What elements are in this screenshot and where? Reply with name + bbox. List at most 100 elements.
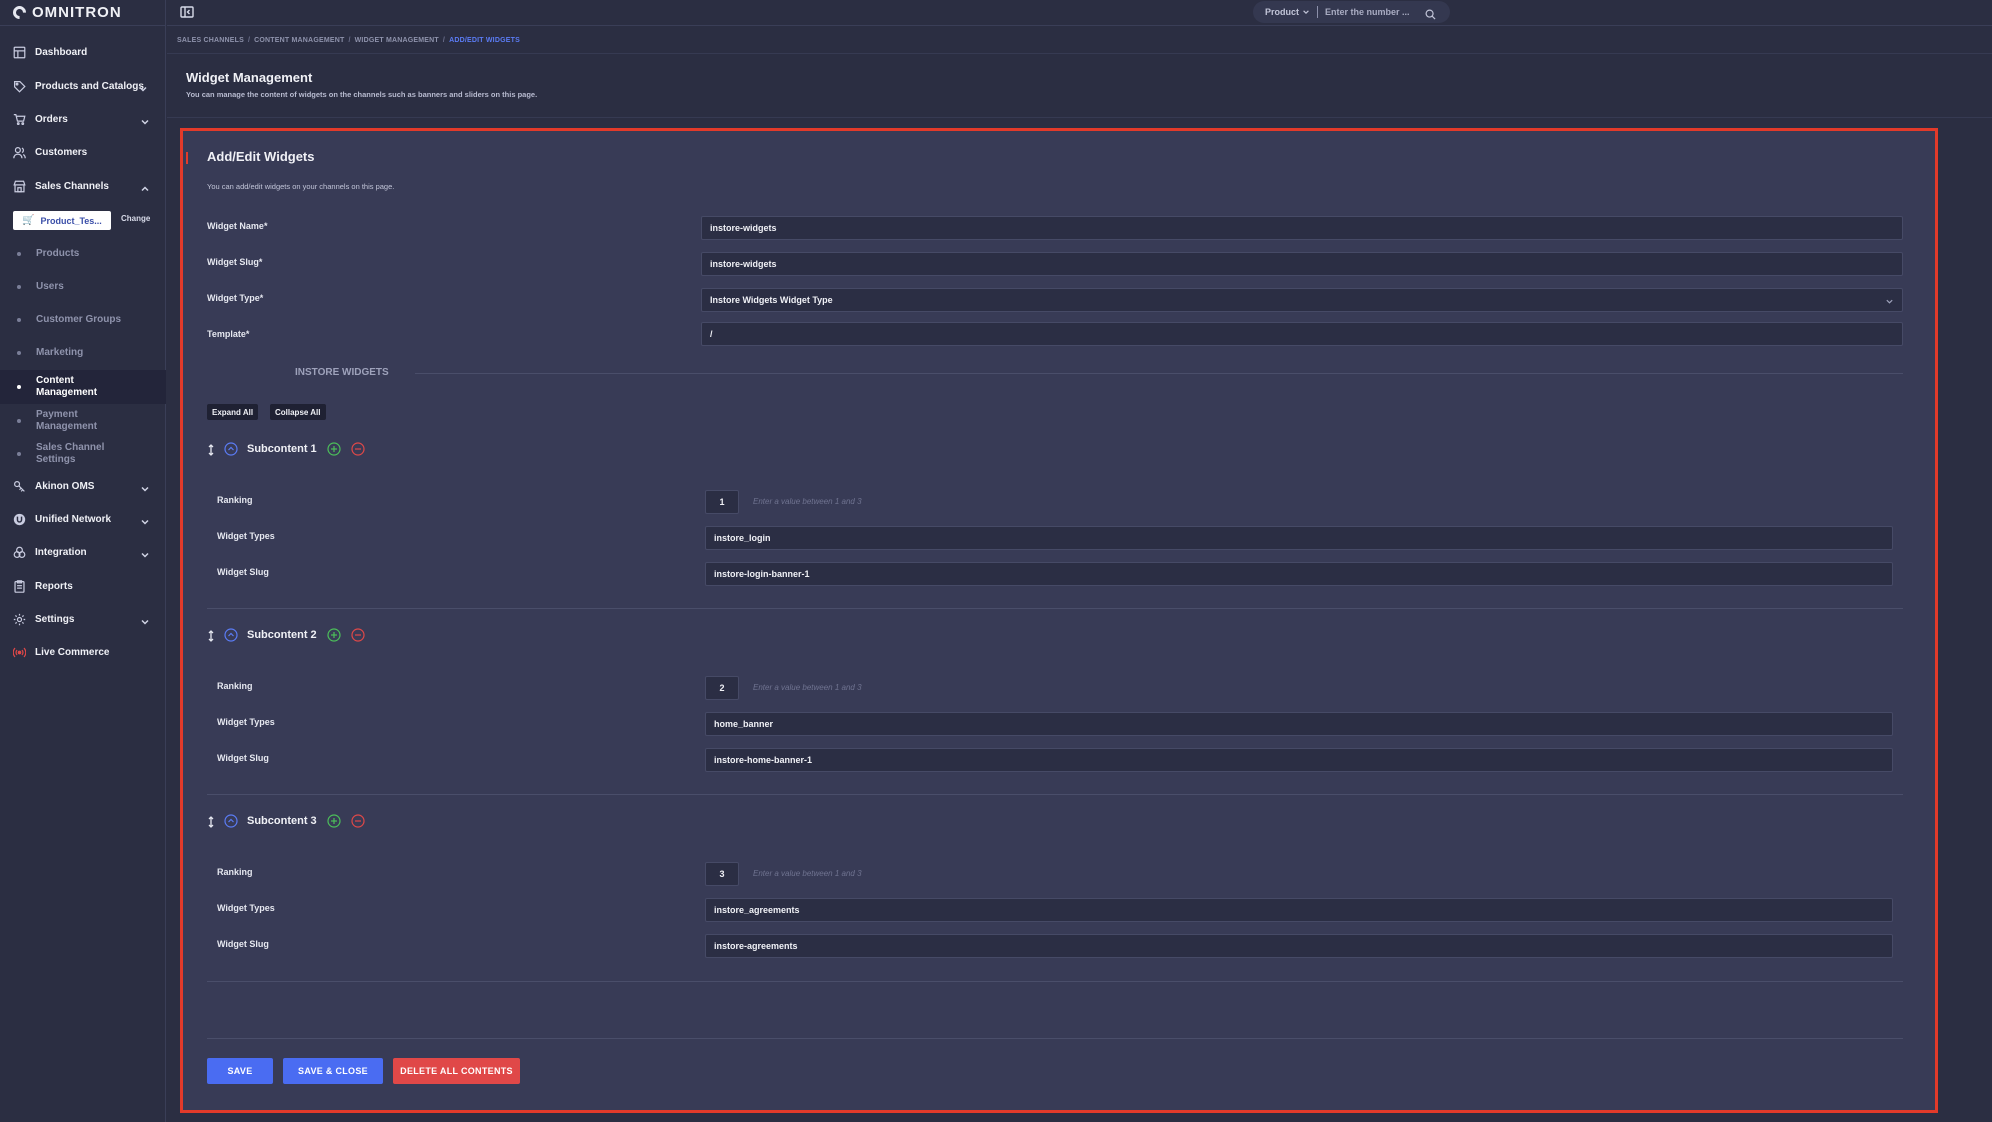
sidebar-item-sales-channels[interactable]: Sales Channels bbox=[0, 171, 166, 201]
sidebar-subitem-label: Products bbox=[36, 248, 80, 259]
sidebar-item-orders[interactable]: Orders bbox=[0, 104, 166, 134]
delete-all-contents-button[interactable]: DELETE ALL CONTENTS bbox=[393, 1058, 520, 1084]
sidebar-item-label: Products and Catalogs bbox=[35, 80, 144, 92]
logo[interactable]: OMNITRON bbox=[0, 0, 165, 26]
dashboard-icon bbox=[13, 46, 26, 59]
gear-icon bbox=[13, 613, 26, 626]
add-circle-icon[interactable] bbox=[327, 814, 341, 828]
chevron-down-icon bbox=[1885, 297, 1894, 306]
sidebar-item-akinon-oms[interactable]: Akinon OMS bbox=[0, 471, 166, 501]
remove-circle-icon[interactable] bbox=[351, 442, 365, 456]
breadcrumb-current: ADD/EDIT WIDGETS bbox=[449, 37, 520, 44]
drag-handle-icon[interactable] bbox=[207, 443, 215, 456]
network-icon bbox=[13, 513, 26, 526]
search-icon[interactable] bbox=[1425, 7, 1436, 20]
sidebar-item-unified-network[interactable]: Unified Network bbox=[0, 504, 166, 534]
widget-name-input[interactable] bbox=[701, 216, 1903, 240]
bullet-icon bbox=[17, 285, 21, 289]
add-circle-icon[interactable] bbox=[327, 628, 341, 642]
chevron-up-circle-icon[interactable] bbox=[224, 628, 238, 642]
sidebar-item-live-commerce[interactable]: Live Commerce bbox=[0, 637, 166, 667]
sidebar-item-label: Settings bbox=[35, 613, 75, 625]
subcontent-title: Subcontent 2 bbox=[247, 629, 317, 641]
sidebar-subitem-sales-channel-settings[interactable]: Sales Channel Settings bbox=[0, 441, 166, 467]
tag-icon bbox=[13, 80, 26, 93]
remove-circle-icon[interactable] bbox=[351, 628, 365, 642]
sidebar-item-dashboard[interactable]: Dashboard bbox=[0, 37, 166, 67]
chevron-down-icon bbox=[140, 614, 150, 625]
sidebar-item-label: Live Commerce bbox=[35, 646, 110, 658]
widget-slug-input[interactable] bbox=[701, 252, 1903, 276]
collapse-all-button[interactable]: Collapse All bbox=[270, 404, 326, 420]
chevron-down-icon bbox=[1303, 10, 1309, 15]
channel-name: Product_Tes... bbox=[40, 215, 102, 226]
ranking-input[interactable] bbox=[705, 676, 739, 700]
topbar: Product bbox=[167, 0, 1992, 26]
omnitron-logo-icon bbox=[10, 3, 29, 22]
integration-icon bbox=[13, 546, 26, 559]
change-channel-button[interactable]: Change bbox=[121, 214, 150, 223]
save-button[interactable]: SAVE bbox=[207, 1058, 273, 1084]
store-icon bbox=[13, 180, 26, 193]
chevron-up-circle-icon[interactable] bbox=[224, 814, 238, 828]
label-text: Template bbox=[207, 329, 246, 339]
widget-types-label: Widget Types bbox=[217, 531, 275, 541]
sidebar-item-products-catalogs[interactable]: Products and Catalogs bbox=[0, 71, 166, 101]
widget-type-select[interactable]: Instore Widgets Widget Type bbox=[701, 288, 1903, 312]
sidebar-item-label: Reports bbox=[35, 580, 73, 592]
sidebar-item-integration[interactable]: Integration bbox=[0, 537, 166, 567]
sidebar-item-customers[interactable]: Customers bbox=[0, 137, 166, 167]
sidebar-subitem-label: Content Management bbox=[36, 375, 98, 398]
search-category-label: Product bbox=[1265, 7, 1300, 17]
widget-slug-input[interactable] bbox=[705, 934, 1893, 958]
drag-handle-icon[interactable] bbox=[207, 629, 215, 642]
breadcrumb-item[interactable]: CONTENT MANAGEMENT bbox=[254, 37, 344, 44]
breadcrumb-item[interactable]: SALES CHANNELS bbox=[177, 37, 244, 44]
expand-all-button[interactable]: Expand All bbox=[207, 404, 259, 420]
sidebar-subitem-content-management[interactable]: Content Management bbox=[0, 370, 166, 404]
chevron-up-circle-icon[interactable] bbox=[224, 442, 238, 456]
search-category-select[interactable]: Product bbox=[1265, 7, 1310, 17]
instore-widgets-section-title: INSTORE WIDGETS bbox=[295, 367, 389, 378]
widget-types-input[interactable] bbox=[705, 526, 1893, 550]
breadcrumb-item[interactable]: WIDGET MANAGEMENT bbox=[355, 37, 439, 44]
save-and-close-button[interactable]: SAVE & CLOSE bbox=[283, 1058, 383, 1084]
sidebar-subitem-customer-groups[interactable]: Customer Groups bbox=[0, 313, 166, 327]
sidebar-item-label: Customers bbox=[35, 146, 88, 158]
widget-types-input[interactable] bbox=[705, 898, 1893, 922]
sidebar-subitem-payment-management[interactable]: Payment Management bbox=[0, 408, 166, 434]
sidebar-subitem-label: Customer Groups bbox=[36, 314, 122, 325]
sidebar-item-reports[interactable]: Reports bbox=[0, 571, 166, 601]
sidebar-item-label: Dashboard bbox=[35, 46, 88, 58]
panel-description: You can add/edit widgets on your channel… bbox=[207, 182, 395, 191]
subcontent-divider bbox=[207, 608, 1903, 609]
search-input[interactable] bbox=[1325, 7, 1426, 17]
add-circle-icon[interactable] bbox=[327, 442, 341, 456]
sidebar-subitem-users[interactable]: Users bbox=[0, 280, 166, 294]
widget-type-value: Instore Widgets Widget Type bbox=[710, 295, 833, 305]
chevron-down-icon bbox=[140, 547, 150, 558]
required-mark: * bbox=[259, 293, 264, 303]
ranking-input[interactable] bbox=[705, 490, 739, 514]
widget-slug-input[interactable] bbox=[705, 562, 1893, 586]
channel-selector[interactable]: 🛒 Product_Tes... bbox=[13, 211, 111, 230]
menu-collapse-icon[interactable] bbox=[180, 5, 194, 19]
widget-slug-input[interactable] bbox=[705, 748, 1893, 772]
bullet-icon bbox=[17, 419, 21, 423]
ranking-hint: Enter a value between 1 and 3 bbox=[753, 497, 862, 506]
breadcrumb-separator: / bbox=[442, 37, 446, 44]
ranking-input[interactable] bbox=[705, 862, 739, 886]
sidebar-subitem-products[interactable]: Products bbox=[0, 247, 166, 261]
template-input[interactable] bbox=[701, 322, 1903, 346]
sidebar-item-label: Sales Channels bbox=[35, 180, 109, 192]
widget-types-input[interactable] bbox=[705, 712, 1893, 736]
drag-handle-icon[interactable] bbox=[207, 815, 215, 828]
bullet-icon bbox=[17, 452, 21, 456]
add-edit-widgets-panel: Add/Edit Widgets You can add/edit widget… bbox=[180, 128, 1938, 1113]
sidebar-subitem-label: Sales Channel Settings bbox=[36, 442, 105, 465]
remove-circle-icon[interactable] bbox=[351, 814, 365, 828]
sidebar-subitem-marketing[interactable]: Marketing bbox=[0, 346, 166, 360]
subcontent-header: Subcontent 3 bbox=[207, 814, 365, 828]
chevron-up-icon bbox=[140, 181, 150, 192]
sidebar-item-settings[interactable]: Settings bbox=[0, 604, 166, 634]
